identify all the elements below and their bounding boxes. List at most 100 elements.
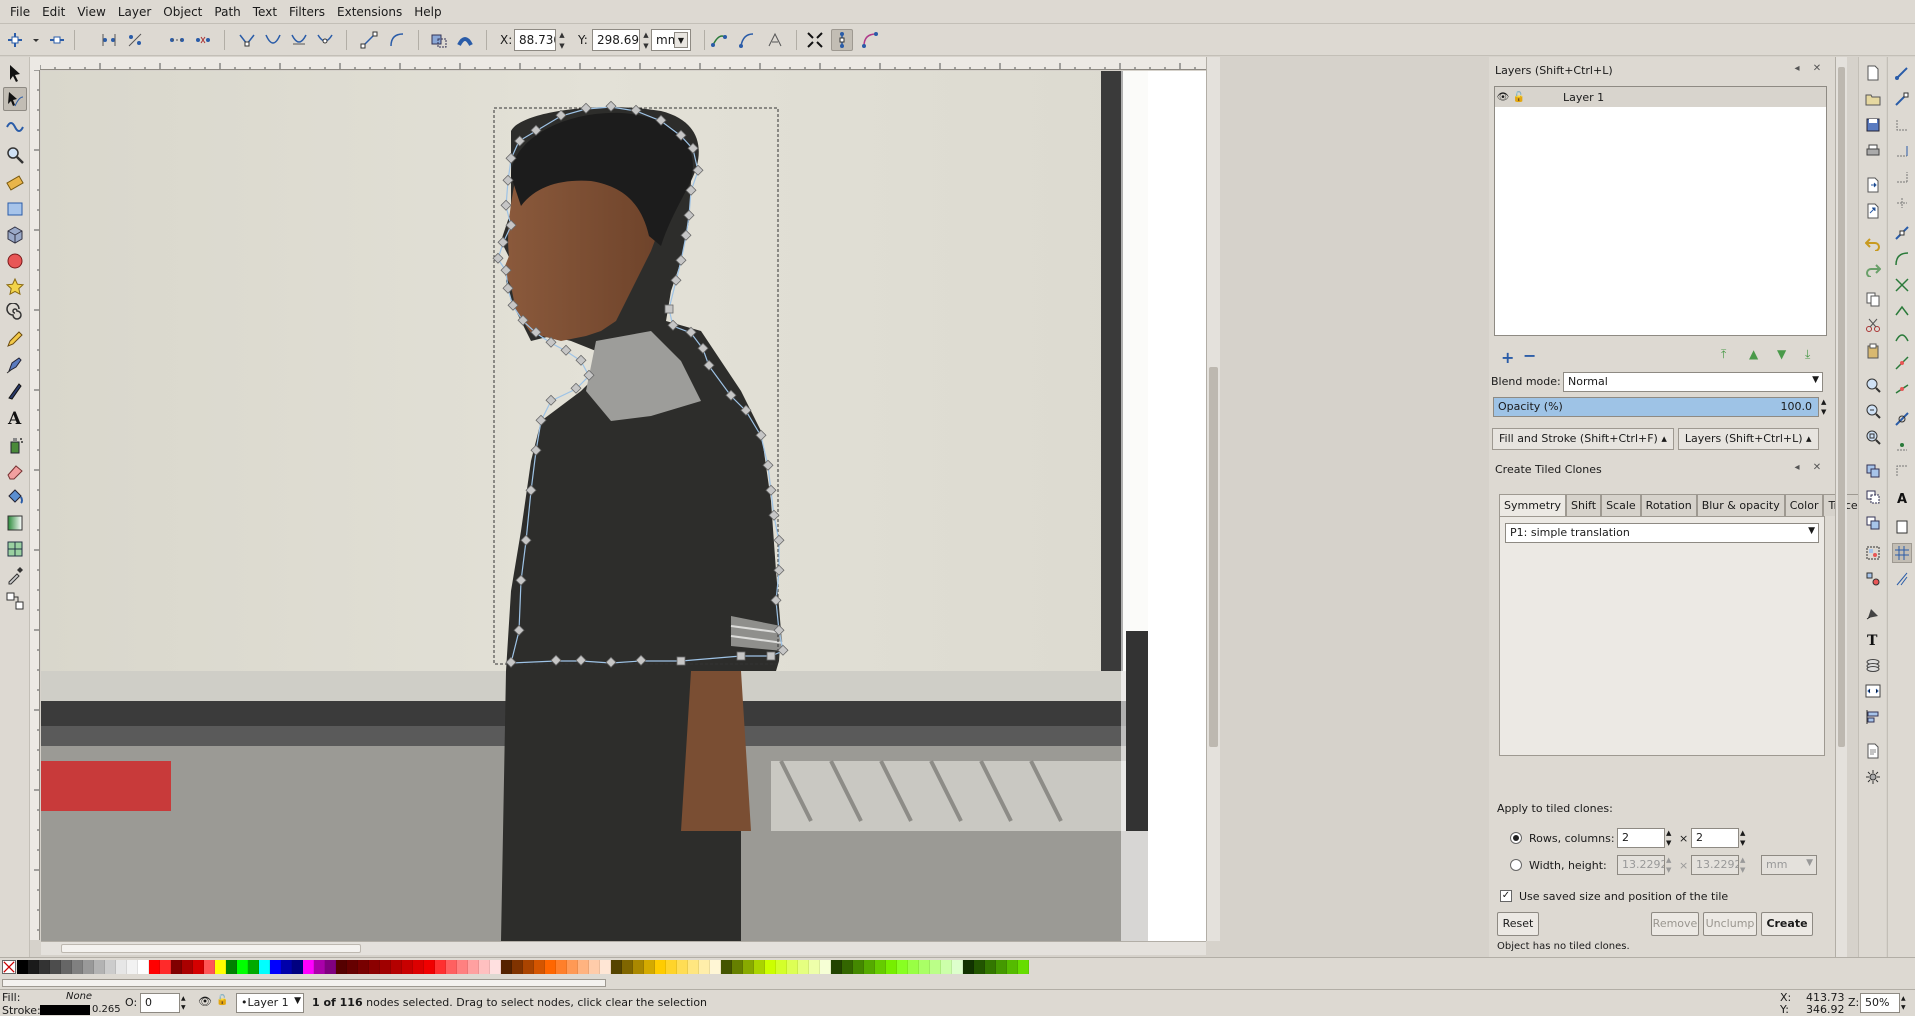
color-swatch[interactable] — [105, 960, 116, 974]
insert-node-dropdown-icon[interactable] — [30, 29, 42, 51]
snap-page-icon[interactable] — [1892, 517, 1912, 537]
panel-collapse-icon[interactable]: ◂ — [1791, 462, 1803, 474]
color-swatch[interactable] — [886, 960, 897, 974]
unclump-button[interactable]: Unclump — [1703, 912, 1757, 936]
color-swatch[interactable] — [281, 960, 292, 974]
color-swatch[interactable] — [17, 960, 28, 974]
menu-file[interactable]: File — [4, 5, 36, 19]
unlink-clone-icon[interactable] — [1863, 513, 1883, 533]
pencil-tool-icon[interactable] — [3, 327, 27, 351]
paste-icon[interactable] — [1863, 341, 1883, 361]
unit-select[interactable]: mm ▼ — [651, 29, 691, 51]
create-button[interactable]: Create — [1761, 912, 1813, 936]
color-swatch[interactable] — [908, 960, 919, 974]
stroke-swatch[interactable] — [40, 1005, 90, 1015]
pen-tool-icon[interactable] — [3, 353, 27, 377]
star-tool-icon[interactable] — [3, 275, 27, 299]
scrollbar-thumb[interactable] — [61, 944, 361, 953]
ruler-top[interactable] — [40, 57, 1206, 70]
color-swatch[interactable] — [798, 960, 809, 974]
snap-bbox-icon[interactable] — [1892, 89, 1912, 109]
color-swatch[interactable] — [292, 960, 303, 974]
symmetric-node-icon[interactable] — [288, 29, 310, 51]
snap-grids-icon[interactable] — [1892, 543, 1912, 563]
opacity-spin-arrows[interactable]: ▲ ▼ — [181, 994, 186, 1012]
color-swatch[interactable] — [941, 960, 952, 974]
zoom-tool-icon[interactable] — [3, 143, 27, 167]
eraser-tool-icon[interactable] — [3, 459, 27, 483]
snap-bbox-edges-icon[interactable] — [1892, 115, 1912, 135]
menu-view[interactable]: View — [71, 5, 111, 19]
save-icon[interactable] — [1863, 115, 1883, 135]
layers-icon[interactable] — [1863, 655, 1883, 675]
paint-bucket-tool-icon[interactable] — [3, 485, 27, 509]
color-swatch[interactable] — [468, 960, 479, 974]
tab-color[interactable]: Color — [1784, 494, 1824, 516]
color-swatch[interactable] — [710, 960, 721, 974]
tab-blur-opacity[interactable]: Blur & opacity — [1696, 494, 1785, 516]
palette-scrollbar[interactable] — [0, 977, 1915, 989]
color-swatch[interactable] — [853, 960, 864, 974]
raise-layer-icon[interactable]: ▲ — [1749, 347, 1758, 361]
rows-spin-arrows[interactable]: ▲ ▼ — [1666, 828, 1671, 848]
remove-layer-icon[interactable]: − — [1523, 346, 1536, 365]
preferences-icon[interactable] — [1863, 767, 1883, 787]
height-input[interactable]: 13.2292 — [1691, 855, 1739, 875]
color-swatch[interactable] — [666, 960, 677, 974]
color-swatch[interactable] — [600, 960, 611, 974]
stroke-width[interactable]: 0.265 — [92, 1004, 121, 1015]
color-swatch[interactable] — [688, 960, 699, 974]
snap-bbox-corners-icon[interactable] — [1892, 141, 1912, 161]
spray-tool-icon[interactable] — [3, 433, 27, 457]
scrollbar-thumb[interactable] — [1838, 67, 1845, 747]
color-swatch[interactable] — [325, 960, 336, 974]
delete-node-icon[interactable] — [46, 29, 68, 51]
color-swatch[interactable] — [248, 960, 259, 974]
layers-list[interactable]: 👁 🔓 Layer 1 — [1494, 86, 1827, 336]
text-tool-icon[interactable]: A — [3, 405, 27, 429]
lower-to-bottom-icon[interactable]: ⤓ — [1805, 347, 1810, 362]
menu-object[interactable]: Object — [157, 5, 208, 19]
color-swatch[interactable] — [303, 960, 314, 974]
color-swatch[interactable] — [655, 960, 666, 974]
text-font-icon[interactable]: T — [1863, 629, 1883, 649]
color-swatch[interactable] — [732, 960, 743, 974]
no-paint-swatch[interactable] — [2, 960, 16, 974]
use-saved-checkbox[interactable]: ✓ — [1500, 890, 1512, 902]
x-input[interactable]: 88.730 — [514, 29, 556, 51]
zoom-drawing-icon[interactable] — [1863, 401, 1883, 421]
show-handles-icon[interactable] — [831, 29, 853, 51]
menu-text[interactable]: Text — [247, 5, 283, 19]
color-swatch[interactable] — [864, 960, 875, 974]
object-to-path-icon[interactable] — [428, 29, 450, 51]
photo-with-path[interactable] — [41, 71, 1206, 941]
opacity-slider[interactable]: Opacity (%) 100.0 — [1493, 397, 1819, 417]
symmetry-select[interactable]: P1: simple translation ▼ — [1505, 523, 1819, 543]
cut-icon[interactable] — [1863, 315, 1883, 335]
snap-cusp-nodes-icon[interactable] — [1892, 301, 1912, 321]
zoom-selection-icon[interactable] — [1863, 375, 1883, 395]
color-swatch[interactable] — [369, 960, 380, 974]
lower-layer-icon[interactable]: ▼ — [1777, 347, 1786, 361]
zoom-spin-arrows[interactable]: ▲ ▼ — [1901, 994, 1906, 1012]
columns-spin-arrows[interactable]: ▲ ▼ — [1740, 828, 1745, 848]
color-swatch[interactable] — [875, 960, 886, 974]
color-swatch[interactable] — [776, 960, 787, 974]
group-icon[interactable] — [1863, 543, 1883, 563]
color-swatch[interactable] — [1007, 960, 1018, 974]
join-nodes-icon[interactable] — [98, 29, 120, 51]
color-swatch[interactable] — [61, 960, 72, 974]
snap-paths-icon[interactable] — [1892, 249, 1912, 269]
copy-icon[interactable] — [1863, 289, 1883, 309]
color-swatch[interactable] — [578, 960, 589, 974]
color-swatch[interactable] — [974, 960, 985, 974]
calligraphy-tool-icon[interactable] — [3, 379, 27, 403]
columns-input[interactable]: 2 — [1691, 828, 1739, 848]
color-swatch[interactable] — [149, 960, 160, 974]
color-swatch[interactable] — [567, 960, 578, 974]
rows-columns-radio[interactable] — [1510, 832, 1522, 844]
clone-icon[interactable] — [1863, 487, 1883, 507]
color-swatch[interactable] — [94, 960, 105, 974]
color-swatch[interactable] — [952, 960, 963, 974]
color-swatch[interactable] — [160, 960, 171, 974]
